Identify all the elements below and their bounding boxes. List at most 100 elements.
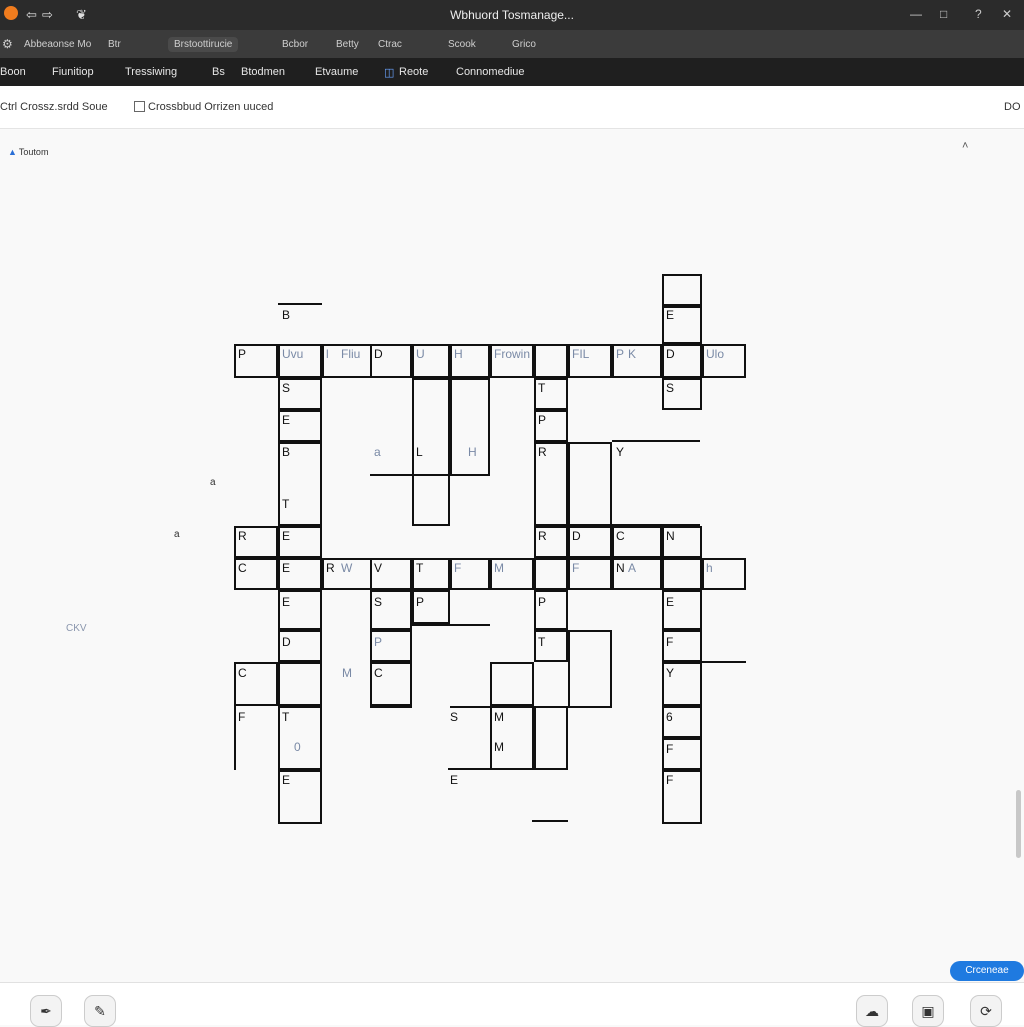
crossword-cell[interactable]: [278, 410, 322, 442]
crossword-cell[interactable]: [568, 442, 612, 526]
crossword-cell[interactable]: [278, 706, 322, 770]
crossword-cell[interactable]: [534, 410, 568, 442]
crossword-cell[interactable]: [322, 558, 372, 590]
crossword-cell[interactable]: [278, 558, 322, 590]
close-icon[interactable]: ✕: [1002, 7, 1012, 21]
crossword-cell[interactable]: [662, 662, 702, 706]
menu-item[interactable]: Connomediue: [456, 66, 525, 78]
crossword-cell[interactable]: [412, 378, 450, 526]
toolbar-item[interactable]: Btr: [108, 39, 121, 50]
crossword-cell[interactable]: [278, 442, 322, 526]
crossword-cell[interactable]: [662, 630, 702, 662]
crossword-cell[interactable]: [278, 344, 322, 378]
pen-tool-icon[interactable]: ✒: [30, 995, 62, 1027]
crossword-cell[interactable]: [370, 558, 412, 590]
crossword-cell[interactable]: [568, 630, 612, 708]
crossword-cell[interactable]: [450, 344, 490, 378]
toolbar-item[interactable]: Betty: [336, 39, 359, 50]
crossword-cell[interactable]: [662, 274, 702, 306]
crossword-cell[interactable]: [278, 770, 322, 824]
crossword-cell[interactable]: [490, 344, 534, 378]
crossword-cell[interactable]: [370, 662, 412, 706]
crossword-cell[interactable]: [534, 706, 568, 770]
cloud-icon[interactable]: ☁: [856, 995, 888, 1027]
save-icon[interactable]: ▣: [912, 995, 944, 1027]
crossword-cell[interactable]: [568, 526, 612, 558]
crossword-cell[interactable]: [412, 558, 450, 590]
menu-item[interactable]: Bs: [212, 66, 225, 78]
panel-title-label: Toutom: [18, 147, 49, 157]
share-icon[interactable]: ⟳: [970, 995, 1002, 1027]
crossword-cell[interactable]: [534, 344, 568, 378]
menu-item[interactable]: Tressiwing: [125, 66, 177, 78]
crossword-cell[interactable]: [278, 378, 322, 410]
crossword-cell[interactable]: [662, 526, 702, 558]
tool-icon[interactable]: ⚙: [2, 37, 13, 51]
toolbar-item[interactable]: Bcbor: [282, 39, 308, 50]
crossword-cell[interactable]: [662, 706, 702, 738]
crossword-option-checkbox[interactable]: [134, 101, 145, 112]
crossword-cell[interactable]: [450, 558, 490, 590]
menu-item[interactable]: Boon: [0, 66, 26, 78]
menu-item[interactable]: Etvaume: [315, 66, 358, 78]
crossword-cell[interactable]: [534, 630, 568, 662]
vertical-scrollbar[interactable]: [1016, 790, 1021, 858]
crossword-cell[interactable]: [534, 378, 568, 410]
side-mark: a: [174, 529, 180, 540]
crossword-cell[interactable]: [702, 558, 746, 590]
crossword-cell[interactable]: [662, 770, 702, 824]
crossword-cell[interactable]: [370, 590, 412, 630]
crossword-cell[interactable]: [450, 378, 490, 476]
crossword-cell[interactable]: [412, 344, 450, 378]
restore-icon[interactable]: □: [940, 7, 947, 21]
toolbar-item[interactable]: Grico: [512, 39, 536, 50]
crossword-cell[interactable]: [568, 558, 612, 590]
crossword-cell[interactable]: [234, 558, 278, 590]
crossword-cell[interactable]: [534, 442, 568, 526]
crossword-cell[interactable]: [234, 662, 278, 706]
crossword-cell[interactable]: [662, 590, 702, 630]
crossword-letter: B: [282, 308, 291, 322]
crossword-cell[interactable]: [662, 558, 702, 590]
crossword-cell[interactable]: [370, 630, 412, 662]
crossword-cell[interactable]: [662, 738, 702, 770]
crossword-cell[interactable]: [490, 662, 534, 706]
crossword-cell[interactable]: [662, 306, 702, 344]
panel-icon[interactable]: ◫: [384, 66, 394, 79]
menu-item[interactable]: Btodmen: [241, 66, 285, 78]
crossword-cell[interactable]: [278, 590, 322, 630]
crossword-cell[interactable]: [534, 590, 568, 630]
crossword-cell[interactable]: [234, 526, 278, 558]
options-right-label[interactable]: DO: [1004, 101, 1021, 113]
menu-item[interactable]: Fiunitiop: [52, 66, 94, 78]
help-icon[interactable]: ?: [975, 7, 982, 21]
crossword-cell[interactable]: [370, 344, 412, 378]
crossword-cell[interactable]: [702, 344, 746, 378]
crossword-cell[interactable]: [234, 344, 278, 378]
toolbar-item[interactable]: Scook: [448, 39, 476, 50]
menu-item[interactable]: Reote: [399, 66, 428, 78]
crossword-cell[interactable]: [662, 344, 702, 378]
toolbar-item[interactable]: Ctrac: [378, 39, 402, 50]
crossword-cell[interactable]: [534, 558, 568, 590]
toolbar-item[interactable]: Brstoottirucie: [168, 37, 239, 52]
confirm-button[interactable]: Crceneae: [950, 961, 1024, 981]
crossword-cell[interactable]: [278, 526, 322, 558]
crossword-cell[interactable]: [612, 526, 662, 558]
panel-header[interactable]: ▲ Toutom: [8, 147, 48, 157]
signature-icon[interactable]: ✎: [84, 995, 116, 1027]
crossword-cell[interactable]: [278, 662, 322, 706]
minimize-icon[interactable]: —: [910, 7, 922, 21]
crossword-cell[interactable]: [278, 630, 322, 662]
crossword-cell[interactable]: [534, 526, 568, 558]
crossword-cell[interactable]: [322, 344, 372, 378]
crossword-cell[interactable]: [490, 706, 534, 770]
crossword-cell[interactable]: [662, 378, 702, 410]
crossword-cell[interactable]: [612, 344, 662, 378]
toolbar-item[interactable]: Abbeaonse Mo: [24, 39, 91, 50]
crossword-cell[interactable]: [612, 558, 662, 590]
chevron-up-icon[interactable]: ˄: [962, 140, 968, 152]
crossword-cell[interactable]: [412, 590, 450, 624]
crossword-cell[interactable]: [490, 558, 534, 590]
crossword-cell[interactable]: [568, 344, 612, 378]
